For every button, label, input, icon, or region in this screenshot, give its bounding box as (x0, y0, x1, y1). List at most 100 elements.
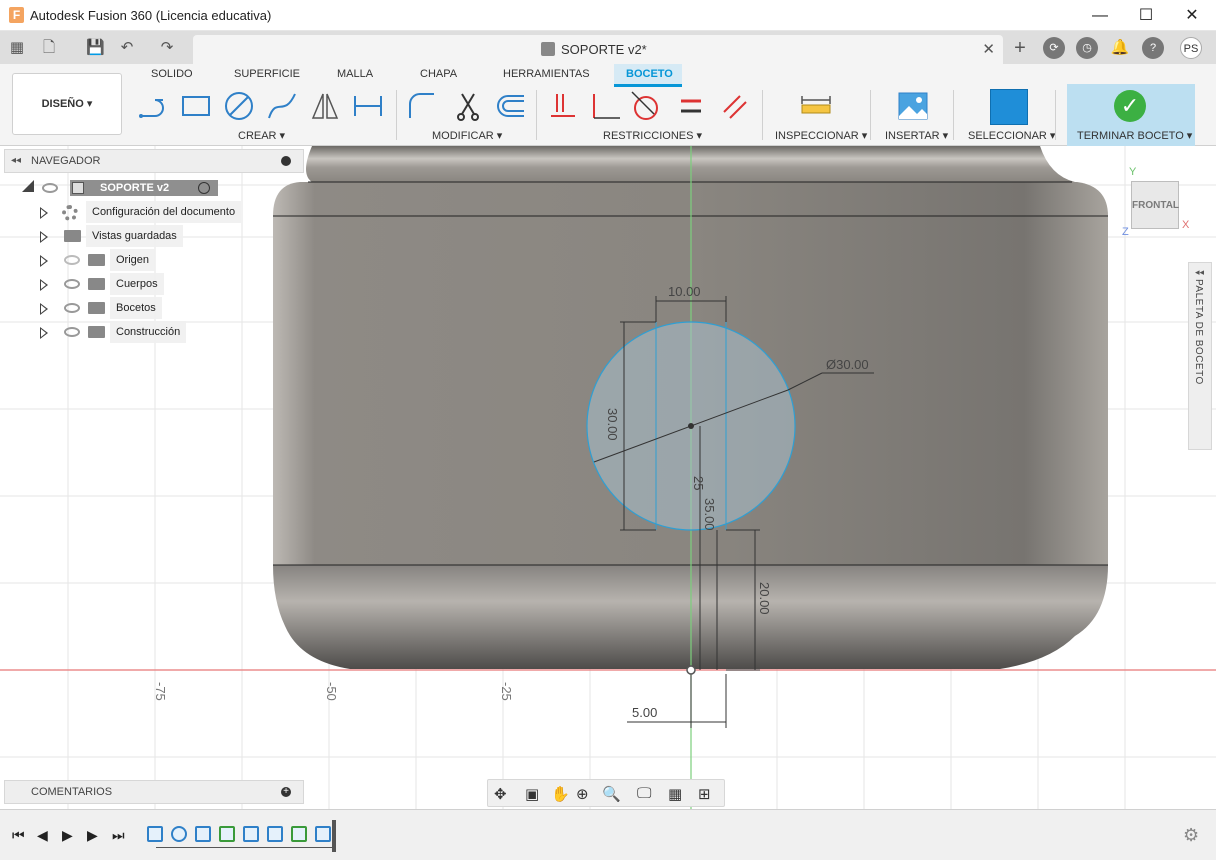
sketch-palette-tab[interactable]: ◂◂ PALETA DE BOCETO (1188, 262, 1212, 450)
timeline-fillet-icon[interactable] (195, 826, 211, 842)
browser-item-construccion[interactable]: Construcción (40, 321, 280, 343)
tab-malla[interactable]: MALLA (337, 68, 373, 80)
hidden-eye-icon[interactable] (64, 255, 80, 265)
browser-item-configuracion[interactable]: Configuración del documento (40, 201, 280, 223)
timeline-extrude-icon[interactable] (267, 826, 283, 842)
expand-palette-icon[interactable]: ◂◂ (1195, 267, 1204, 278)
step-back-icon[interactable]: ◀ (37, 827, 48, 844)
group-terminar-boceto[interactable]: TERMINAR BOCETO ▾ (1077, 129, 1192, 142)
go-to-end-icon[interactable]: ⏭ (112, 827, 125, 844)
undo-icon[interactable]: ↶ (118, 39, 136, 57)
expand-arrow-icon[interactable] (40, 255, 48, 267)
expand-arrow-icon[interactable] (22, 180, 34, 192)
tab-chapa[interactable]: CHAPA (420, 68, 457, 80)
select-tool-icon[interactable] (990, 89, 1028, 125)
tab-superficie[interactable]: SUPERFICIE (234, 68, 300, 80)
timeline-sketch-icon[interactable] (315, 826, 331, 842)
collapse-panel-icon[interactable]: ◂◂ (11, 150, 21, 172)
go-to-start-icon[interactable]: ⏮ (12, 827, 25, 844)
browser-header[interactable]: ◂◂ NAVEGADOR (4, 149, 304, 173)
expand-arrow-icon[interactable] (40, 327, 48, 339)
dimension-tool-icon[interactable] (352, 90, 384, 122)
dimension-right-height: 20.00 (757, 582, 772, 615)
browser-item-cuerpos[interactable]: Cuerpos (40, 273, 280, 295)
expand-arrow-icon[interactable] (40, 207, 48, 219)
fit-icon[interactable]: 🔍 (602, 785, 621, 803)
insert-image-icon[interactable] (897, 90, 929, 122)
parallel-constraint-icon[interactable] (718, 90, 750, 122)
circle-tool-icon[interactable] (223, 90, 255, 122)
close-window-button[interactable]: ✕ (1169, 0, 1215, 31)
new-tab-icon[interactable]: + (1011, 38, 1029, 58)
activate-component-icon[interactable] (198, 182, 210, 194)
help-icon[interactable]: ? (1142, 37, 1164, 59)
zoom-icon[interactable]: ⊕ (576, 785, 589, 803)
pan-icon[interactable]: ✋ (551, 785, 570, 803)
notifications-icon[interactable]: 🔔 (1109, 37, 1131, 59)
visibility-eye-icon[interactable] (64, 279, 80, 289)
expand-arrow-icon[interactable] (40, 303, 48, 315)
tangent-constraint-icon[interactable] (630, 90, 662, 122)
group-modificar[interactable]: MODIFICAR ▾ (432, 129, 502, 142)
orbit-icon[interactable]: ✥ (494, 785, 507, 803)
viewports-icon[interactable]: ⊞ (698, 785, 711, 803)
equal-constraint-icon[interactable] (675, 90, 707, 122)
file-menu-icon[interactable]: 🗋 (40, 39, 58, 57)
spline-tool-icon[interactable] (266, 90, 298, 122)
timeline-feature-icon[interactable] (291, 826, 307, 842)
browser-item-vistas[interactable]: Vistas guardadas (40, 225, 280, 247)
document-tab[interactable]: SOPORTE v2* ✕ (193, 35, 1003, 64)
group-insertar[interactable]: INSERTAR ▾ (885, 129, 948, 142)
timeline-extrude-icon[interactable] (171, 826, 187, 842)
browser-item-bocetos[interactable]: Bocetos (40, 297, 280, 319)
tab-boceto[interactable]: BOCETO (626, 68, 673, 80)
checkmark-icon[interactable]: ✓ (1114, 90, 1146, 122)
play-icon[interactable]: ▶ (62, 827, 73, 844)
save-icon[interactable]: 💾 (86, 39, 105, 57)
coincident-constraint-icon[interactable] (547, 90, 579, 122)
timeline-sketch-icon[interactable] (243, 826, 259, 842)
mirror-tool-icon[interactable] (309, 90, 341, 122)
rectangle-tool-icon[interactable] (180, 90, 212, 122)
step-forward-icon[interactable]: ▶ (87, 827, 98, 844)
minimize-button[interactable]: — (1077, 0, 1123, 31)
group-crear[interactable]: CREAR ▾ (238, 129, 285, 142)
measure-tool-icon[interactable] (800, 90, 832, 122)
timeline-marker[interactable] (332, 820, 336, 852)
expand-arrow-icon[interactable] (40, 231, 48, 243)
expand-arrow-icon[interactable] (40, 279, 48, 291)
visibility-eye-icon[interactable] (64, 303, 80, 313)
timeline-feature-icon[interactable] (219, 826, 235, 842)
user-avatar[interactable]: PS (1180, 37, 1202, 59)
tab-herramientas[interactable]: HERRAMIENTAS (503, 68, 590, 80)
redo-icon[interactable]: ↷ (158, 39, 176, 57)
workspace-switcher[interactable]: DISEÑO ▾ (12, 73, 122, 135)
fillet-tool-icon[interactable] (406, 90, 438, 122)
look-at-icon[interactable]: ▣ (525, 785, 539, 803)
group-inspeccionar[interactable]: INSPECCIONAR ▾ (775, 129, 867, 142)
close-tab-button[interactable]: ✕ (982, 40, 995, 58)
visibility-eye-icon[interactable] (64, 327, 80, 337)
visibility-eye-icon[interactable] (42, 183, 58, 193)
timeline-sketch-icon[interactable] (147, 826, 163, 842)
comments-panel[interactable]: COMENTARIOS + (4, 780, 304, 804)
trim-tool-icon[interactable] (452, 90, 484, 122)
browser-item-origen[interactable]: Origen (40, 249, 280, 271)
perpendicular-constraint-icon[interactable] (590, 90, 622, 122)
view-cube[interactable]: FRONTAL (1131, 181, 1179, 229)
browser-root-row[interactable]: SOPORTE v2 (22, 177, 222, 199)
app-grid-icon[interactable]: ▦ (8, 39, 26, 57)
add-comment-icon[interactable]: + (281, 787, 291, 797)
group-restricciones[interactable]: RESTRICCIONES ▾ (603, 129, 702, 142)
timeline-settings-gear-icon[interactable]: ⚙ (1183, 825, 1199, 846)
line-tool-icon[interactable] (137, 90, 169, 122)
maximize-button[interactable]: ☐ (1123, 0, 1169, 31)
display-settings-icon[interactable]: 🖵 (637, 785, 651, 802)
tab-solido[interactable]: SOLIDO (151, 68, 193, 80)
extensions-icon[interactable]: ⟳ (1043, 37, 1065, 59)
grid-settings-icon[interactable]: ▦ (668, 785, 682, 803)
minimize-browser-icon[interactable] (281, 156, 291, 166)
group-seleccionar[interactable]: SELECCIONAR ▾ (968, 129, 1055, 142)
job-status-icon[interactable]: ◷ (1076, 37, 1098, 59)
offset-tool-icon[interactable] (494, 90, 526, 122)
